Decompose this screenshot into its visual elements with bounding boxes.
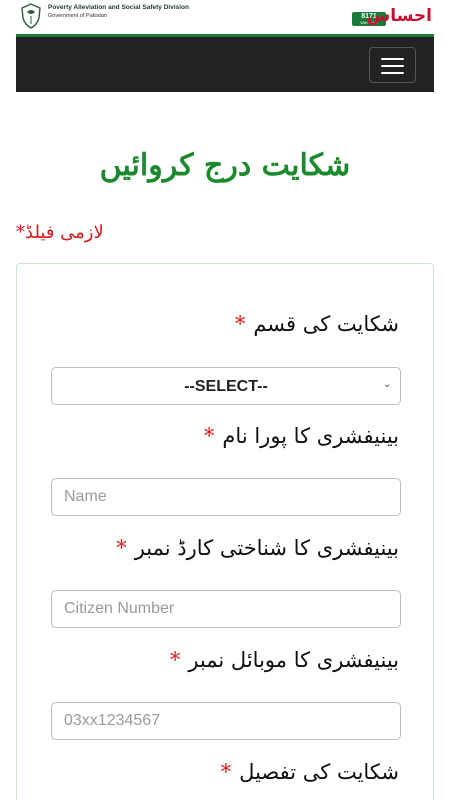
navbar (16, 34, 434, 92)
hamburger-icon (381, 72, 404, 74)
page-title: شکایت درج کروائیں (99, 148, 351, 183)
ehsaas-word: احساس (366, 6, 432, 26)
required-star: * (220, 760, 232, 784)
beneficiary-name-label: بینیفشری کا پورا نام * (204, 424, 399, 448)
mobile-number-input[interactable] (51, 702, 401, 740)
beneficiary-name-label-text: بینیفشری کا پورا نام (222, 424, 399, 448)
division-line2: Government of Pakistan (48, 12, 108, 19)
complaint-type-label-text: شکایت کی قسم (253, 312, 399, 336)
required-star: * (234, 312, 246, 336)
pakistan-emblem-icon (21, 3, 41, 29)
complaint-form: شکایت کی قسم* --SELECT-- ⌄ بینیفشری کا پ… (16, 263, 434, 800)
citizen-number-input[interactable] (51, 590, 401, 628)
hamburger-icon (381, 58, 404, 60)
beneficiary-cnic-label: بینیفشری کا شناختی کارڈ نمبر * (116, 536, 399, 560)
division-text: Poverty Alleviation and Social Safety Di… (48, 4, 189, 19)
complaint-type-select[interactable]: --SELECT-- (51, 367, 401, 405)
required-star: * (203, 424, 215, 448)
required-star: * (169, 648, 181, 672)
required-star: * (116, 536, 127, 560)
complaint-details-label-text: شکایت کی تفصیل (239, 760, 399, 784)
beneficiary-cnic-label-text: بینیفشری کا شناختی کارڈ نمبر (134, 536, 399, 560)
required-fields-note: لازمی فیلڈ* (16, 222, 104, 243)
complaint-type-label: شکایت کی قسم * (235, 312, 399, 336)
division-line1: Poverty Alleviation and Social Safety Di… (48, 4, 189, 11)
complaint-details-label: شکایت کی تفصیل * (221, 760, 399, 784)
beneficiary-mobile-label: بینیفشری کا موبائل نمبر * (170, 648, 399, 672)
hamburger-icon (381, 65, 404, 67)
beneficiary-mobile-label-text: بینیفشری کا موبائل نمبر (188, 648, 399, 672)
name-input[interactable] (51, 478, 401, 516)
menu-toggle-button[interactable] (369, 47, 416, 83)
ehsaas-logo[interactable]: 8171 Web Portal احساس (352, 6, 432, 30)
gov-header: Poverty Alleviation and Social Safety Di… (0, 0, 450, 34)
